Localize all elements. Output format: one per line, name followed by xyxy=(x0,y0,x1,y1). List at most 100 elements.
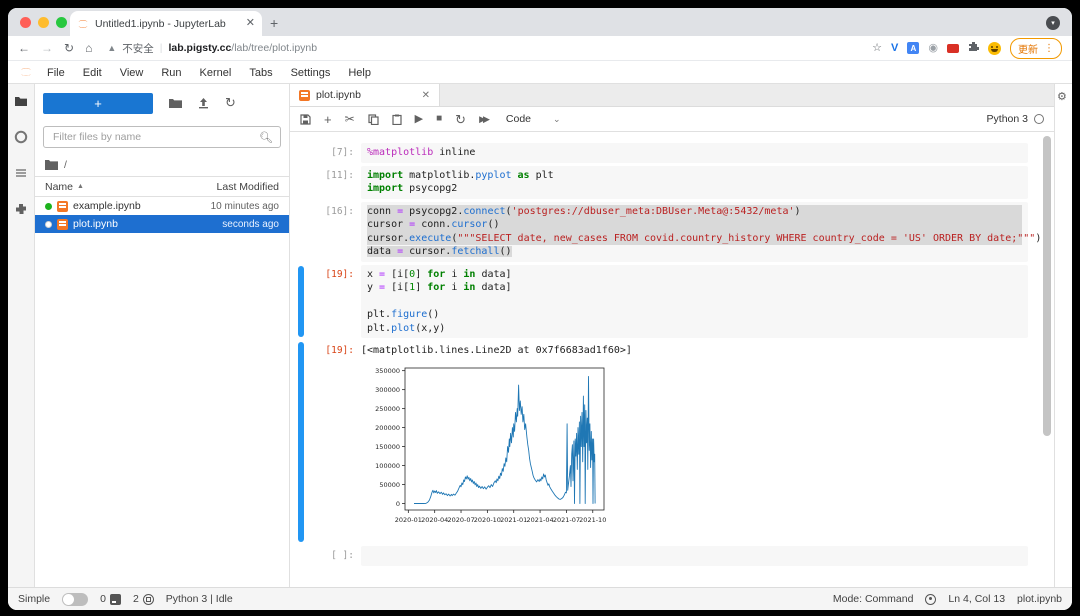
breadcrumb-root[interactable]: / xyxy=(64,159,67,171)
upload-icon[interactable] xyxy=(198,97,209,109)
notebook-tab-label: plot.ipynb xyxy=(316,89,416,101)
notebook-scrollbar[interactable] xyxy=(1043,136,1051,583)
cursor-position[interactable]: Ln 4, Col 13 xyxy=(948,593,1005,605)
cell-editor[interactable]: %matplotlib inline xyxy=(361,143,1028,163)
file-browser-icon[interactable] xyxy=(14,94,28,108)
column-last-modified[interactable]: Last Modified xyxy=(217,181,279,193)
save-button[interactable] xyxy=(300,114,311,125)
extensions-puzzle-icon[interactable] xyxy=(968,41,979,55)
table-of-contents-icon[interactable] xyxy=(14,166,28,180)
menu-edit[interactable]: Edit xyxy=(74,67,111,79)
home-icon[interactable]: ⌂ xyxy=(85,42,92,54)
minimize-window-button[interactable] xyxy=(38,17,49,28)
breadcrumb[interactable]: / xyxy=(35,154,289,176)
cell-editor[interactable]: import matplotlib.pyplot as pltimport ps… xyxy=(361,166,1028,199)
svg-text:2020-01: 2020-01 xyxy=(395,516,422,524)
mode-indicator[interactable]: Mode: Command xyxy=(833,593,914,605)
notebook-tab-close-icon[interactable]: ✕ xyxy=(422,90,430,101)
cell-prompt: [19]: xyxy=(304,341,361,543)
menu-file[interactable]: File xyxy=(38,67,74,79)
simple-mode-toggle[interactable] xyxy=(62,593,88,606)
maximize-window-button[interactable] xyxy=(56,17,67,28)
code-line xyxy=(367,549,1022,563)
security-warning-icon: ▲ xyxy=(107,43,116,53)
refresh-file-list-icon[interactable]: ↻ xyxy=(225,95,236,111)
new-tab-button[interactable]: + xyxy=(270,15,278,31)
running-sessions-icon[interactable] xyxy=(14,130,28,144)
scrollbar-thumb[interactable] xyxy=(1043,136,1051,436)
file-name: example.ipynb xyxy=(73,200,206,212)
reload-icon[interactable]: ↻ xyxy=(64,42,74,54)
notification-bell-icon[interactable] xyxy=(925,594,936,605)
browser-toolbar: ← → ↻ ⌂ ▲ 不安全 | lab.pigsty.cc/lab/tree/p… xyxy=(8,36,1072,61)
file-name: plot.ipynb xyxy=(73,218,217,230)
extension-manager-icon[interactable] xyxy=(14,202,28,216)
cell-editor[interactable]: conn = psycopg2.connect('postgres://dbus… xyxy=(361,202,1028,262)
menu-kernel[interactable]: Kernel xyxy=(191,67,241,79)
browser-window: Untitled1.ipynb - JupyterLab ✕ + ▾ ← → ↻… xyxy=(8,8,1072,610)
svg-text:250000: 250000 xyxy=(375,405,400,413)
add-cell-button[interactable]: + xyxy=(324,113,332,126)
menu-tabs[interactable]: Tabs xyxy=(240,67,281,79)
terminal-icon xyxy=(110,594,121,605)
adblock-extension-icon[interactable] xyxy=(947,44,959,53)
code-line: plt.figure() xyxy=(367,308,1022,322)
menu-settings[interactable]: Settings xyxy=(282,67,340,79)
globe-extension-icon[interactable]: ◉ xyxy=(928,43,938,54)
cell-type-value: Code xyxy=(506,113,531,125)
menu-help[interactable]: Help xyxy=(339,67,380,79)
cell-prompt: [16]: xyxy=(304,202,361,262)
notebook-tab[interactable]: plot.ipynb ✕ xyxy=(290,84,440,106)
column-name[interactable]: Name ▲ xyxy=(45,181,217,193)
interrupt-kernel-button[interactable]: ■ xyxy=(436,114,442,124)
kernel-status-icon xyxy=(1034,114,1044,124)
bookmark-star-icon[interactable]: ☆ xyxy=(872,43,882,54)
browser-tab[interactable]: Untitled1.ipynb - JupyterLab ✕ xyxy=(70,11,262,36)
kernels-count[interactable]: 2 xyxy=(133,593,154,605)
restart-kernel-button[interactable]: ↻ xyxy=(455,113,466,126)
notebook-cell: [19]:[<matplotlib.lines.Line2D at 0x7f66… xyxy=(290,341,1028,543)
url-host: lab.pigsty.cc xyxy=(168,42,231,54)
vimium-extension-icon[interactable]: V xyxy=(891,43,898,54)
filter-files-box[interactable]: 🔍︎ xyxy=(43,126,281,148)
property-inspector-gear-icon[interactable]: ⚙ xyxy=(1057,90,1067,103)
cell-prompt: [19]: xyxy=(304,265,361,339)
notebook-cell: [16]:conn = psycopg2.connect('postgres:/… xyxy=(290,202,1028,262)
restart-run-all-button[interactable]: ▶▶ xyxy=(479,115,487,124)
cell-editor[interactable]: x = [i[0] for i in data]y = [i[1] for i … xyxy=(361,265,1028,339)
menu-run[interactable]: Run xyxy=(152,67,190,79)
notebook-file-icon xyxy=(57,219,68,230)
file-row-example.ipynb[interactable]: example.ipynb10 minutes ago xyxy=(35,197,289,215)
jupyter-logo xyxy=(18,65,34,79)
security-label[interactable]: 不安全 xyxy=(122,41,154,56)
kernel-indicator[interactable]: Python 3 xyxy=(987,113,1044,125)
filter-files-input[interactable] xyxy=(51,130,259,144)
statusbar-left: Simple 0 2 Python 3 | Idle xyxy=(18,593,233,606)
paste-cells-button[interactable] xyxy=(392,114,402,125)
empty-cell-editor[interactable] xyxy=(361,546,1028,566)
update-button[interactable]: 更新 ⋮ xyxy=(1010,38,1062,59)
tab-close-icon[interactable]: ✕ xyxy=(246,18,255,29)
profile-avatar[interactable] xyxy=(988,42,1001,55)
run-cell-button[interactable]: ▶ xyxy=(415,114,423,125)
chrome-menu-icon[interactable]: ⋮ xyxy=(1044,43,1054,54)
chrome-tabstrip: Untitled1.ipynb - JupyterLab ✕ + ▾ xyxy=(8,8,1072,36)
new-launcher-button[interactable]: + xyxy=(43,93,153,114)
cut-cells-button[interactable]: ✂ xyxy=(345,113,355,125)
terminals-count[interactable]: 0 xyxy=(100,593,121,605)
forward-icon[interactable]: → xyxy=(41,42,53,54)
close-window-button[interactable] xyxy=(20,17,31,28)
notebook-cell: [7]:%matplotlib inline xyxy=(290,143,1028,163)
new-folder-icon[interactable] xyxy=(169,98,182,109)
file-row-plot.ipynb[interactable]: plot.ipynbseconds ago xyxy=(35,215,289,233)
cell-type-dropdown[interactable]: Code ⌄ xyxy=(506,113,561,125)
tab-search-button[interactable]: ▾ xyxy=(1046,16,1060,30)
translate-extension-icon[interactable]: A xyxy=(907,42,919,54)
svg-text:0: 0 xyxy=(396,500,400,508)
copy-cells-button[interactable] xyxy=(368,114,379,125)
kernel-status-text[interactable]: Python 3 | Idle xyxy=(166,593,233,605)
address-bar[interactable]: ▲ 不安全 | lab.pigsty.cc/lab/tree/plot.ipyn… xyxy=(107,41,861,56)
back-icon[interactable]: ← xyxy=(18,42,30,54)
code-line: data = cursor.fetchall() xyxy=(367,245,1022,259)
menu-view[interactable]: View xyxy=(111,67,153,79)
